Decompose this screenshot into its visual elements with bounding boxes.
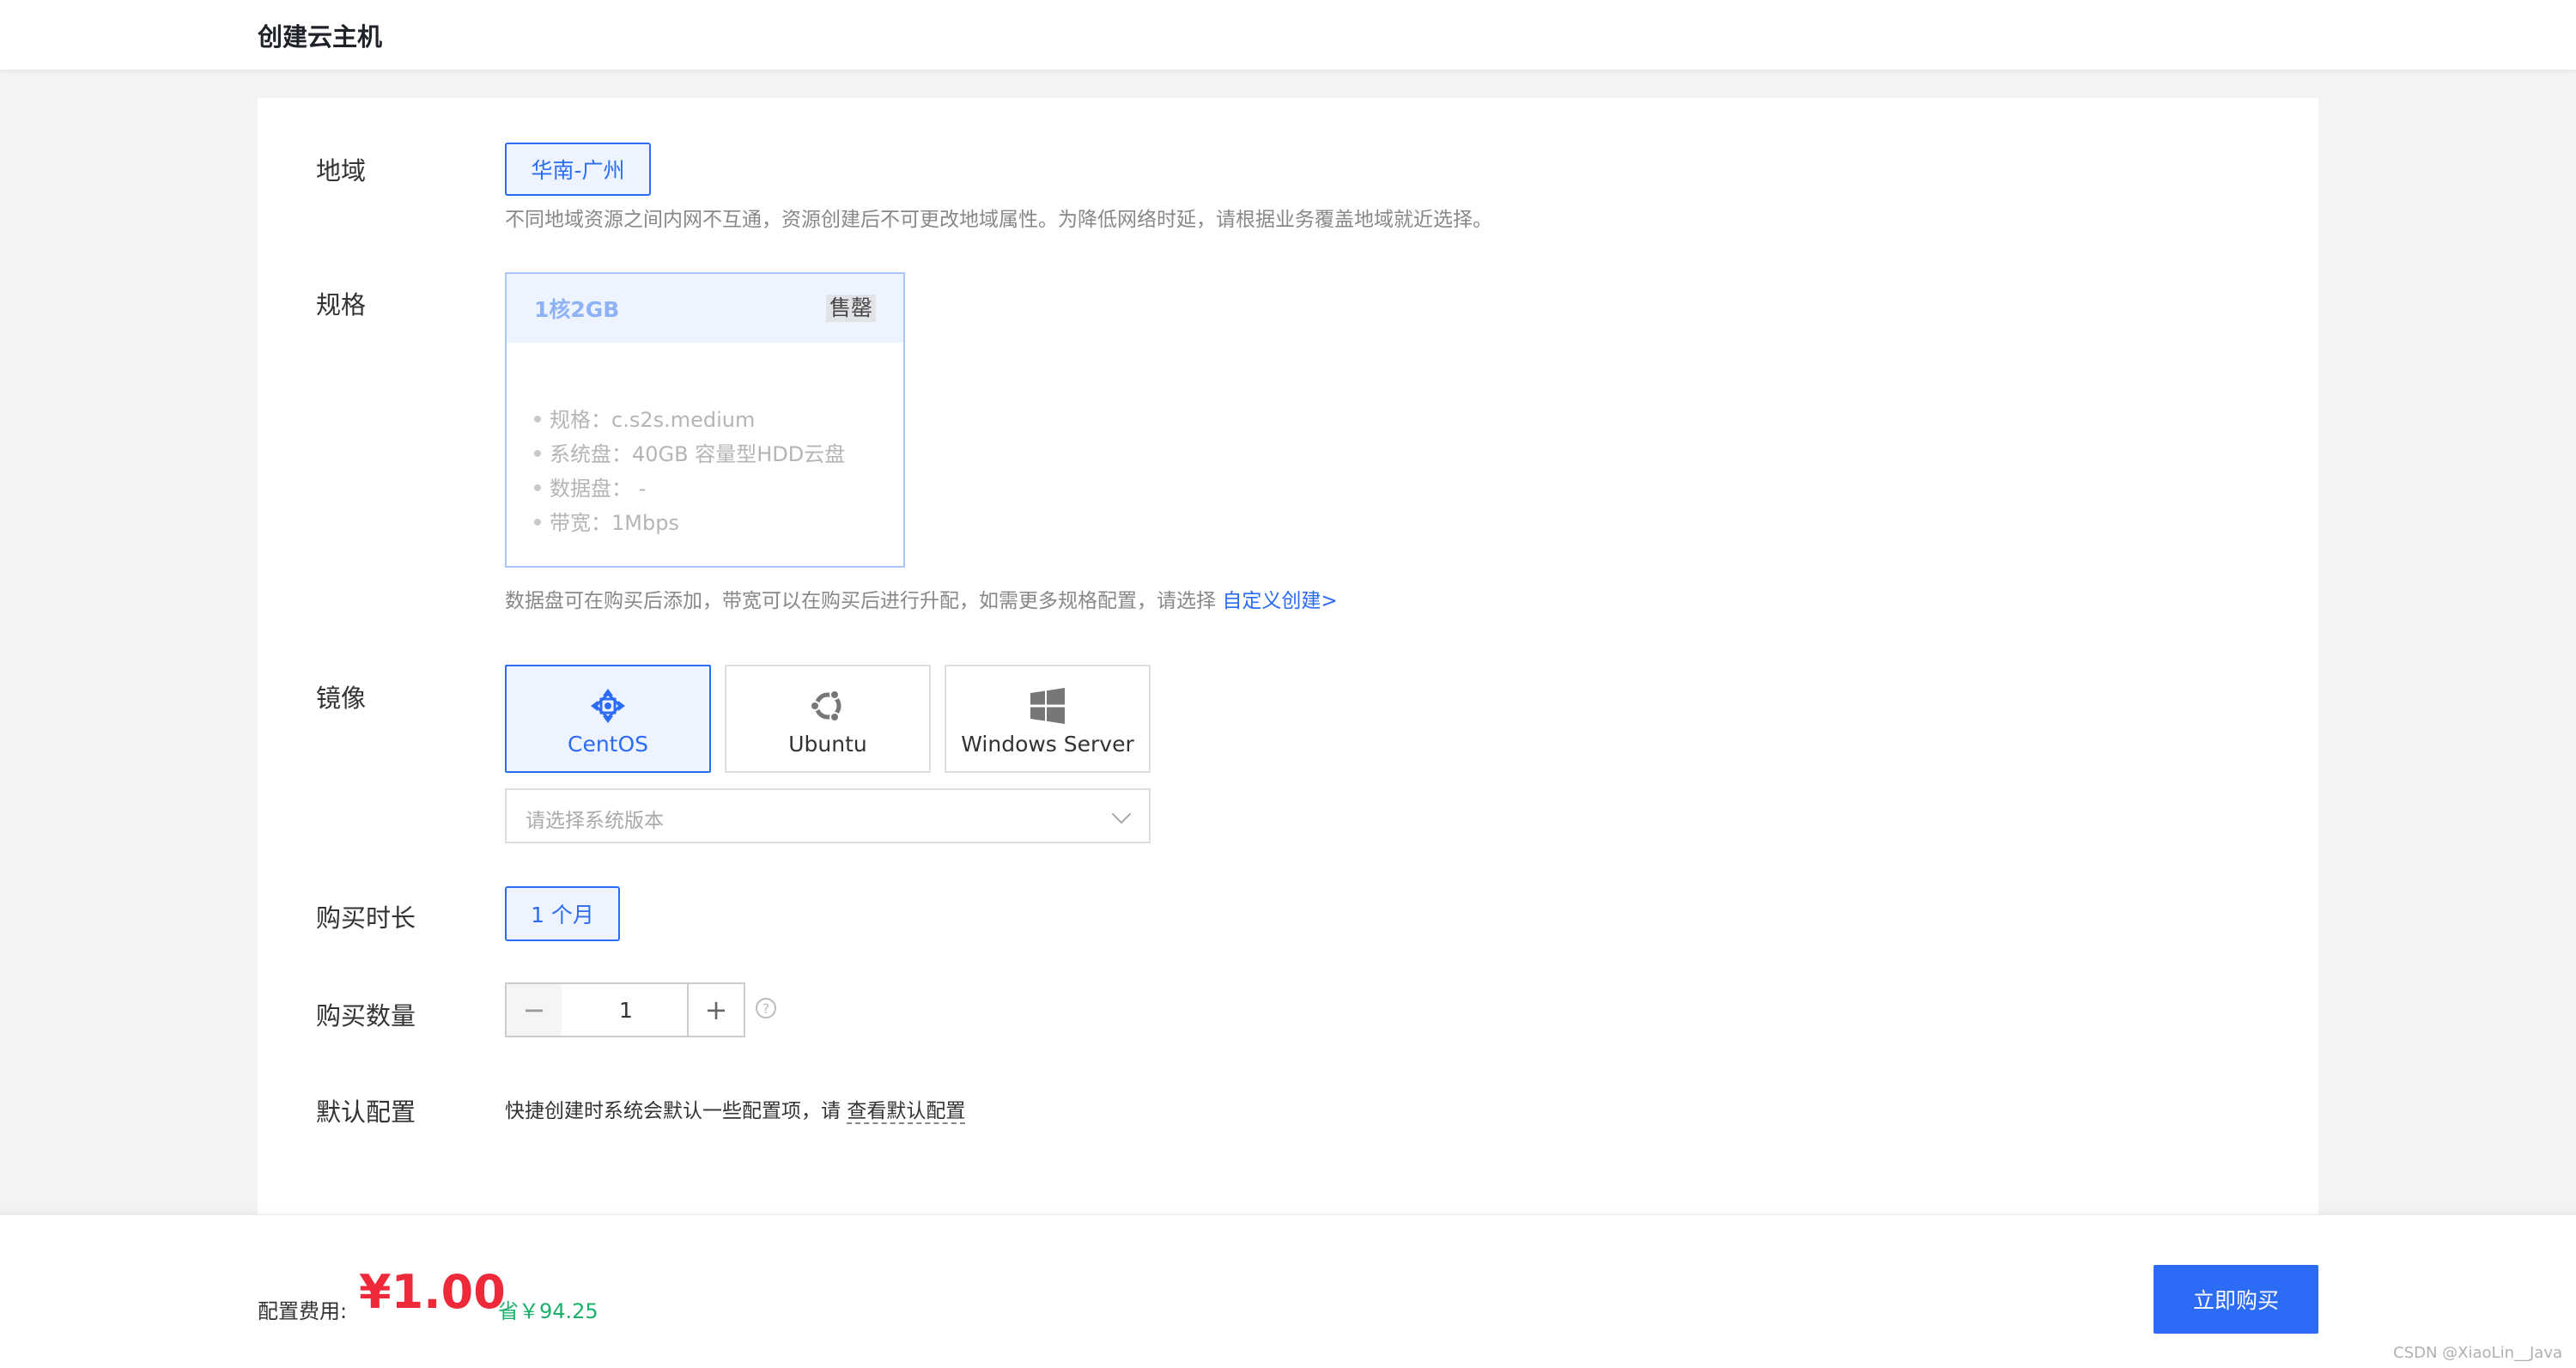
quantity-label: 购买数量 (316, 1001, 416, 1031)
spec-item: 系统盘：40GB 容量型HDD云盘 (534, 437, 845, 471)
footer-bar: 配置费用: ¥1.00 省￥94.25 立即购买 CSDN @XiaoLin__… (0, 1215, 2576, 1368)
os-option-centos[interactable]: CentOS (505, 665, 711, 773)
region-option-guangzhou[interactable]: 华南-广州 (505, 143, 651, 196)
spec-note: 数据盘可在购买后添加，带宽可以在购买后进行升配，如需更多规格配置，请选择 自定义… (505, 584, 1338, 613)
spec-detail-list: 规格：c.s2s.medium 系统盘：40GB 容量型HDD云盘 数据盘： -… (534, 403, 845, 540)
os-option-ubuntu[interactable]: Ubuntu (725, 665, 931, 773)
fee-value: ¥1.00 (359, 1265, 506, 1319)
image-label: 镜像 (316, 684, 367, 713)
quantity-increment-button[interactable]: + (687, 982, 745, 1037)
quantity-input[interactable]: 1 (562, 982, 690, 1037)
watermark: CSDN @XiaoLin__Java (2393, 1344, 2562, 1362)
os-label: Ubuntu (788, 732, 867, 757)
region-label: 地域 (316, 156, 367, 185)
os-label: CentOS (567, 732, 649, 757)
spec-label: 规格 (316, 290, 367, 319)
config-panel (258, 98, 2318, 1214)
os-version-placeholder: 请选择系统版本 (526, 810, 664, 832)
ubuntu-icon (810, 690, 841, 722)
defaults-note-text: 快捷创建时系统会默认一些配置项，请 (505, 1100, 848, 1122)
region-description: 不同地域资源之间内网不互通，资源创建后不可更改地域属性。为降低网络时延，请根据业… (505, 209, 1492, 231)
buy-now-button[interactable]: 立即购买 (2154, 1265, 2318, 1334)
os-version-select[interactable]: 请选择系统版本 (505, 788, 1151, 843)
windows-icon (1030, 688, 1065, 724)
spec-item: 带宽：1Mbps (534, 506, 845, 540)
spec-card[interactable]: 1核2GB 售罄 规格：c.s2s.medium 系统盘：40GB 容量型HDD… (505, 272, 905, 568)
spec-item: 规格：c.s2s.medium (534, 403, 845, 437)
spec-name: 1核2GB (534, 297, 620, 322)
view-defaults-link[interactable]: 查看默认配置 (847, 1100, 966, 1124)
fee-label: 配置费用: (258, 1299, 348, 1323)
duration-option-1-month[interactable]: 1 个月 (505, 886, 620, 941)
os-label: Windows Server (961, 732, 1134, 757)
centos-icon (591, 689, 625, 723)
custom-create-link[interactable]: 自定义创建> (1222, 590, 1337, 612)
duration-label: 购买时长 (316, 903, 416, 933)
spec-card-header: 1核2GB 售罄 (507, 274, 903, 343)
os-option-windows-server[interactable]: Windows Server (945, 665, 1151, 773)
defaults-label: 默认配置 (316, 1097, 416, 1127)
help-icon[interactable]: ? (756, 998, 776, 1018)
top-header: 创建云主机 (0, 0, 2576, 70)
spec-note-text: 数据盘可在购买后添加，带宽可以在购买后进行升配，如需更多规格配置，请选择 (505, 590, 1223, 612)
quantity-stepper: − 1 + (505, 982, 745, 1037)
sold-out-badge: 售罄 (825, 295, 876, 322)
defaults-note: 快捷创建时系统会默认一些配置项，请 查看默认配置 (505, 1094, 966, 1124)
savings-text: 省￥94.25 (498, 1299, 598, 1323)
spec-item: 数据盘： - (534, 471, 845, 506)
chevron-down-icon (1111, 804, 1132, 824)
page-title: 创建云主机 (258, 22, 383, 52)
quantity-decrement-button[interactable]: − (505, 982, 563, 1037)
